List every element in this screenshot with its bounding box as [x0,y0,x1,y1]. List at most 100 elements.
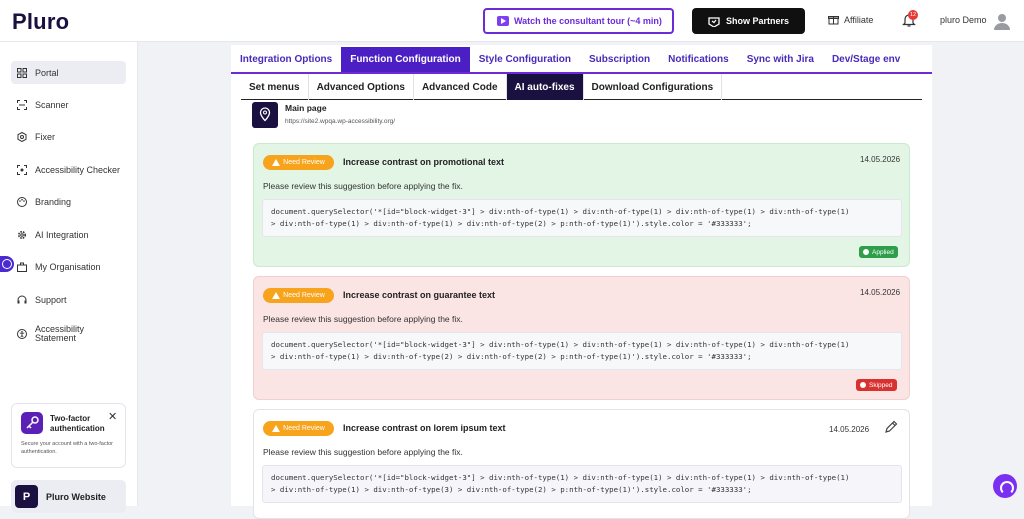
tab-sync-with-jira[interactable]: Sync with Jira [738,47,823,72]
tab-set-menus[interactable]: Set menus [241,74,309,100]
suggestion-description: Please review this suggestion before app… [263,314,463,324]
close-icon[interactable]: ✕ [108,410,117,423]
sidebar-item-accessibility-statement[interactable]: Accessibility Statement [11,320,126,348]
code-line: > div:nth-of-type(1) > div:nth-of-type(2… [271,352,752,361]
affiliate-label: Affiliate [844,14,874,25]
sidebar-item-my-organisation[interactable]: My Organisation [11,255,126,278]
suggestion-title: Increase contrast on lorem ipsum text [343,423,506,433]
suggestion-card: Need Review Increase contrast on promoti… [253,143,910,267]
avatar[interactable] [993,12,1011,30]
code-line: > div:nth-of-type(1) > div:nth-of-type(1… [271,219,752,228]
sidebar-item-accessibility-checker[interactable]: Accessibility Checker [11,158,126,181]
pluro-logo-icon: P [15,485,38,508]
need-review-badge: Need Review [263,421,334,436]
code-line: document.querySelector('*[id="block-widg… [271,473,850,482]
code-line: document.querySelector('*[id="block-widg… [271,207,850,216]
sidebar-item-fixer[interactable]: Fixer [11,125,126,148]
palette-icon [17,196,27,207]
pencil-icon[interactable] [884,420,898,434]
sidebar-item-label: Fixer [35,131,55,142]
pluro-website-label: Pluro Website [46,491,106,502]
partners-button-label: Show Partners [725,16,790,26]
help-chat-button[interactable] [993,474,1017,498]
page-header: Main page https://site2.wpqa.wp-accessib… [252,102,912,131]
tab-subscription[interactable]: Subscription [580,47,659,72]
tab-ai-auto-fixes[interactable]: AI auto-fixes [506,74,584,100]
sidebar-item-label: Scanner [35,99,69,110]
two-factor-description: Secure your account with a two-factor au… [21,441,114,455]
tab-download-configurations[interactable]: Download Configurations [584,74,723,100]
sidebar-item-portal[interactable]: Portal [11,61,126,84]
sidebar-item-scanner[interactable]: Scanner [11,93,126,116]
suggestion-date: 14.05.2026 [860,155,901,164]
partners-icon [708,16,720,27]
secondary-tabs: Set menus Advanced Options Advanced Code… [241,74,922,100]
suggestion-description: Please review this suggestion before app… [263,447,463,457]
suggestion-date: 14.05.2026 [829,425,870,434]
scan-icon [17,99,27,110]
sidebar-item-label: Accessibility Checker [35,164,121,175]
top-bar: Pluro Watch the consultant tour (~4 min)… [0,0,1024,42]
notification-badge: 12 [908,10,918,20]
sidebar-item-branding[interactable]: Branding [11,190,126,213]
page-name: Main page [285,103,327,113]
need-review-label: Need Review [283,292,325,299]
warning-icon [272,159,281,166]
affiliate-link[interactable]: Affiliate [828,14,873,25]
suggestion-card: Need Review Increase contrast on lorem i… [253,409,910,519]
tab-style-configuration[interactable]: Style Configuration [470,47,580,72]
need-review-badge: Need Review [263,155,334,170]
sidebar-item-support[interactable]: Support [11,288,126,311]
user-name[interactable]: pluro Demo [940,15,987,25]
suggestion-title: Increase contrast on promotional text [343,157,505,167]
location-pin-icon [252,102,278,128]
tab-function-configuration[interactable]: Function Configuration [341,47,470,72]
tab-advanced-code[interactable]: Advanced Code [414,74,507,100]
status-skipped-badge: Skipped [856,379,897,391]
tab-notifications[interactable]: Notifications [659,47,738,72]
two-factor-title: Two-factor authentication [50,414,105,433]
warning-icon [272,425,281,432]
sidebar-item-label: My Organisation [35,261,101,272]
suggestion-title: Increase contrast on guarantee text [343,290,496,300]
close-circle-icon [860,382,866,388]
code-snippet: document.querySelector('*[id="block-widg… [262,332,902,370]
status-applied-badge: Applied [859,246,898,258]
code-line: document.querySelector('*[id="block-widg… [271,340,850,349]
tab-advanced-options[interactable]: Advanced Options [309,74,414,100]
accessibility-icon [17,329,27,339]
sidebar-item-ai-integration[interactable]: AI Integration [11,223,126,246]
pluro-logo[interactable]: Pluro [12,9,69,35]
suggestion-description: Please review this suggestion before app… [263,181,463,191]
sidebar-item-label: AI Integration [35,229,89,240]
tab-dev-stage-env[interactable]: Dev/Stage env [823,47,909,72]
need-review-label: Need Review [283,159,325,166]
status-label: Skipped [869,381,893,389]
checker-icon [17,164,27,175]
two-factor-card[interactable]: Two-factor authentication ✕ Secure your … [11,403,126,468]
status-label: Applied [872,248,894,256]
code-line: > div:nth-of-type(1) > div:nth-of-type(3… [271,485,752,494]
sidebar-item-label-group: Accessibility Statement [35,325,84,343]
code-snippet: document.querySelector('*[id="block-widg… [262,465,902,503]
show-partners-button[interactable]: Show Partners [692,8,805,34]
gear-icon [17,230,27,239]
need-review-label: Need Review [283,425,325,432]
video-icon [497,16,509,26]
sidebar: Portal Scanner Fixer Accessibility Check… [0,42,138,513]
warning-icon [272,292,281,299]
headset-icon [17,295,27,303]
tab-integration-options[interactable]: Integration Options [231,47,341,72]
sidebar-item-label-line2: Statement [35,333,77,343]
code-snippet: document.querySelector('*[id="block-widg… [262,199,902,237]
key-icon [21,412,43,434]
sidebar-item-label: Support [35,294,67,305]
gift-icon [828,16,839,25]
fixer-icon [17,131,27,142]
consultant-tour-button[interactable]: Watch the consultant tour (~4 min) [483,8,674,34]
sidebar-item-label: Portal [35,67,59,78]
pluro-website-link[interactable]: P Pluro Website [11,480,126,513]
page-url[interactable]: https://site2.wpqa.wp-accessibility.org/ [285,118,395,125]
primary-tabs: Integration Options Function Configurati… [231,47,932,74]
need-review-badge: Need Review [263,288,334,303]
